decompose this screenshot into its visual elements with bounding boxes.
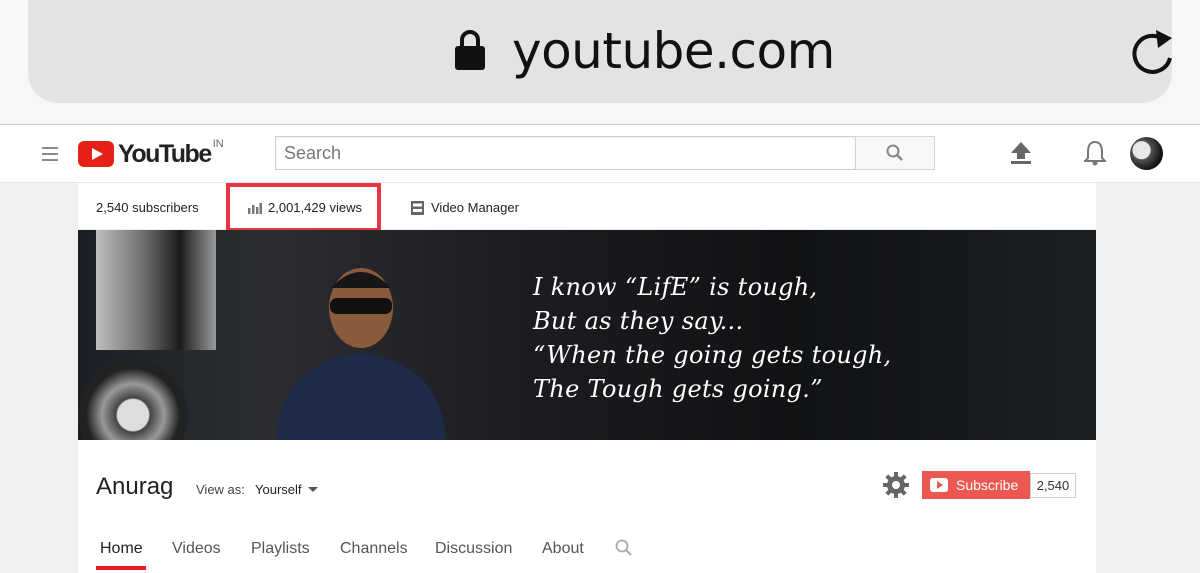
view-as-label: View as:	[196, 482, 245, 497]
search-button[interactable]	[855, 136, 935, 170]
url-text[interactable]: youtube.com	[512, 22, 835, 80]
menu-icon[interactable]	[42, 147, 58, 161]
video-manager-icon	[411, 200, 424, 215]
channel-name[interactable]: Anurag	[96, 473, 173, 501]
subscriber-count: 2,540	[1030, 473, 1076, 498]
url-bar[interactable]: youtube.com	[28, 0, 1172, 103]
subscribe-label: Subscribe	[956, 477, 1019, 493]
quote-line: “When the going gets tough,	[533, 341, 892, 369]
avatar[interactable]	[1130, 137, 1163, 170]
channel-stats-bar: 2,540 subscribers 2,001,429 views Video …	[78, 183, 1096, 232]
channel-banner: I know “LifE” is tough, But as they say.…	[78, 230, 1096, 440]
browser-chrome: youtube.com	[0, 0, 1200, 125]
quote-line: I know “LifE” is tough,	[533, 273, 818, 301]
lock-icon	[455, 30, 485, 70]
search-input[interactable]	[276, 137, 855, 169]
views-highlight-box	[226, 183, 381, 232]
upload-icon[interactable]	[1010, 141, 1032, 165]
view-as-dropdown[interactable]: Yourself	[255, 482, 318, 497]
logo-region: IN	[212, 138, 224, 150]
youtube-logo[interactable]: YouTube IN	[78, 138, 224, 168]
channel-info: Anurag View as: Yourself Subscribe 2,540	[78, 440, 1096, 500]
banner-photo-inset	[96, 230, 216, 350]
banner-person	[276, 268, 446, 440]
play-icon	[78, 141, 114, 167]
subscriber-stat: 2,540 subscribers	[96, 200, 199, 215]
tab-about[interactable]: About	[542, 540, 584, 558]
search-icon	[886, 144, 903, 161]
banner-quote: I know “LifE” is tough, But as they say.…	[533, 270, 891, 406]
video-manager-link[interactable]: Video Manager	[411, 200, 519, 215]
quote-line: The Tough gets going.”	[533, 375, 823, 403]
search-box	[275, 136, 856, 170]
search-icon[interactable]	[614, 538, 634, 558]
tab-playlists[interactable]: Playlists	[251, 540, 310, 558]
tab-home[interactable]: Home	[100, 540, 143, 558]
play-icon	[930, 478, 948, 492]
gear-icon[interactable]	[882, 471, 910, 499]
channel-tabs: Home Videos Playlists Channels Discussio…	[78, 533, 1096, 573]
view-as-value: Yourself	[255, 482, 302, 497]
subscribe-button[interactable]: Subscribe	[922, 471, 1030, 499]
video-manager-label: Video Manager	[431, 200, 519, 215]
tab-channels[interactable]: Channels	[340, 540, 408, 558]
banner-wheel	[78, 360, 188, 440]
quote-line: But as they say...	[533, 307, 744, 335]
active-tab-indicator	[96, 566, 146, 570]
logo-text: YouTube	[118, 139, 212, 168]
bell-icon[interactable]	[1084, 140, 1106, 166]
reload-icon[interactable]	[1128, 26, 1176, 78]
youtube-masthead: YouTube IN	[0, 125, 1200, 183]
chevron-down-icon	[307, 487, 318, 492]
tab-discussion[interactable]: Discussion	[435, 540, 512, 558]
channel-card: 2,540 subscribers 2,001,429 views Video …	[78, 183, 1096, 573]
tab-videos[interactable]: Videos	[172, 540, 221, 558]
